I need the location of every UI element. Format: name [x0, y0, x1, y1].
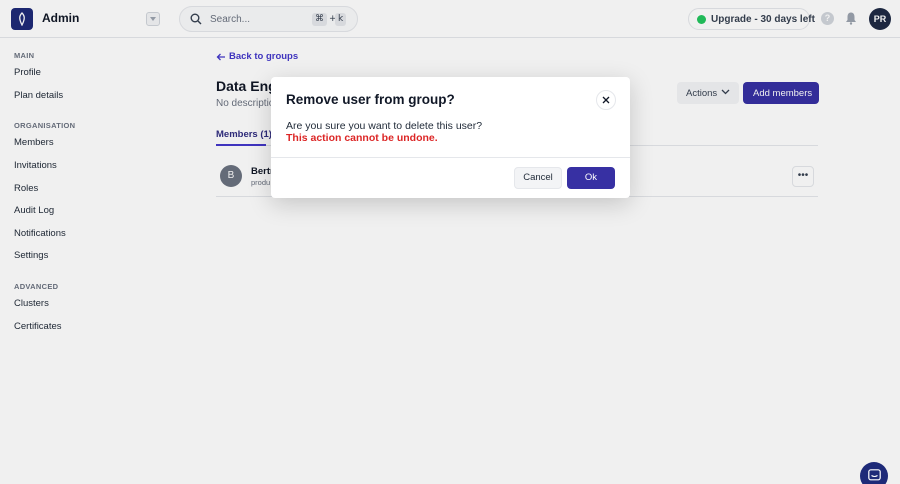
chat-icon	[867, 469, 881, 481]
dialog-divider	[271, 157, 630, 158]
modal-overlay[interactable]	[0, 0, 900, 484]
close-icon	[602, 96, 610, 104]
confirm-dialog: Remove user from group? Are you sure you…	[271, 77, 630, 198]
close-button[interactable]	[596, 90, 616, 110]
chat-button[interactable]	[860, 462, 888, 484]
cancel-button[interactable]: Cancel	[514, 167, 562, 189]
dialog-message: Are you sure you want to delete this use…	[286, 120, 483, 132]
ok-button[interactable]: Ok	[567, 167, 615, 189]
dialog-title: Remove user from group?	[286, 92, 455, 107]
dialog-warning: This action cannot be undone.	[286, 132, 438, 144]
